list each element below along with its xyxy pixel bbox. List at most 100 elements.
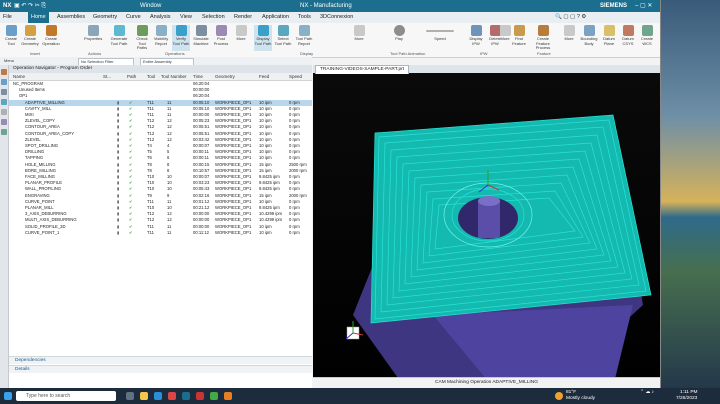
window-controls[interactable]: – ▢ ✕	[635, 0, 652, 12]
app-icon[interactable]	[196, 392, 204, 400]
table-row[interactable]: NC_PROGRAM 06:20:04	[9, 81, 312, 87]
datum-csys-button[interactable]: Datum CSYS	[619, 25, 637, 51]
table-row[interactable]: SOLID_PROFILE_3D T11 11 00:00:00 WORKPIECE_O…	[9, 224, 312, 230]
dependencies-panel[interactable]: Dependencies	[9, 356, 312, 364]
display-ipw-button[interactable]: Display IPW	[467, 25, 485, 51]
menu-render[interactable]: Render	[234, 12, 252, 23]
find-feature-button[interactable]: Find Feature	[510, 25, 528, 51]
more-button-2[interactable]: More	[350, 25, 368, 51]
menu-curve[interactable]: Curve	[126, 12, 141, 23]
create-feature-process-button[interactable]: Create Feature Process	[534, 25, 552, 51]
more-button-4[interactable]: More	[560, 25, 578, 51]
menu-application[interactable]: Application	[262, 12, 289, 23]
create-operation-button[interactable]: Create Operation	[42, 25, 60, 51]
resource-bar-icon[interactable]	[1, 99, 7, 105]
part-file-tab[interactable]: TRAINING-VIDEOS-SAMPLE-PART.prt	[315, 65, 410, 74]
windows-start-icon[interactable]	[4, 392, 12, 400]
menu-tools[interactable]: Tools	[298, 12, 311, 23]
visibility-report-button[interactable]: Visibility Report	[152, 25, 170, 51]
col-feed[interactable]: Feed	[259, 73, 269, 80]
table-row[interactable]: CONTOUR_AREA_COPY T12 12 00:05:51 WORKPIECE_…	[9, 131, 312, 137]
menu-selection[interactable]: Selection	[202, 12, 225, 23]
table-row[interactable]: ZLEVEL_COPY T12 12 00:05:23 WORKPIECE_OP1 10 …	[9, 118, 312, 124]
quick-access-icons[interactable]: ▣ ↶ ↷ ✂ ⎘	[14, 0, 46, 12]
table-row[interactable]: Unused Items 00:00:00	[9, 87, 312, 93]
create-geometry-button[interactable]: Create Geometry	[21, 25, 39, 51]
app-icon[interactable]	[210, 392, 218, 400]
bounding-body-button[interactable]: Bounding Body	[580, 25, 598, 51]
col-path[interactable]: Path	[127, 73, 136, 80]
table-row[interactable]: WALL_PROFILING T10 10 00:05:43 WORKPIECE_OP1…	[9, 186, 312, 192]
table-row[interactable]: MIXI T11 11 00:00:00 WORKPIECE_OP1 10 ipm 0 rp…	[9, 112, 312, 118]
tray-icons[interactable]: ⌃ ☁ ♪	[640, 390, 654, 395]
table-row[interactable]: CONTOUR_AREA T12 12 00:05:51 WORKPIECE_OP1 10…	[9, 124, 312, 130]
resource-bar-icon[interactable]	[1, 119, 7, 125]
col-name[interactable]: Name	[13, 73, 25, 80]
menu-view[interactable]: View	[180, 12, 192, 23]
col-speed[interactable]: Speed	[289, 73, 302, 80]
op-name: ADAPTIVE_MILLING	[25, 99, 65, 105]
app-icon[interactable]	[168, 392, 176, 400]
display-tool-path-button[interactable]: Display Tool Path	[254, 25, 272, 51]
create-wcs-button[interactable]: Create WCS	[638, 25, 656, 51]
table-row[interactable]: 3_AXIS_DEBURRING T12 12 00:00:00 WORKPIECE_O…	[9, 211, 312, 217]
check-tool-paths-button[interactable]: Check Tool Paths	[133, 25, 151, 51]
tool-path-report-button[interactable]: Tool Path Report	[295, 25, 313, 51]
file-explorer-icon[interactable]	[140, 392, 148, 400]
properties-button[interactable]: Properties	[84, 25, 102, 51]
taskbar-search-input[interactable]: Type here to search	[16, 391, 116, 401]
table-row[interactable]: HOLE_MILLING T8 8 00:00:15 WORKPIECE_OP1 15 i…	[9, 162, 312, 168]
table-row[interactable]: PLANAR_PROFILE T10 10 00:03:23 WORKPIECE_OP1…	[9, 180, 312, 186]
graphics-window[interactable]	[313, 65, 660, 387]
resource-bar-icon[interactable]	[1, 89, 7, 95]
table-row[interactable]: ENGRAVING T9 9 00:02:16 WORKPIECE_OP1 15 ipm 2…	[9, 193, 312, 199]
more-button-1[interactable]: More	[232, 25, 250, 51]
menu-analysis[interactable]: Analysis	[150, 12, 170, 23]
resource-bar-icon[interactable]	[1, 79, 7, 85]
table-row[interactable]: PLANAR_MILL T10 10 00:21:12 WORKPIECE_OP1 9.8…	[9, 205, 312, 211]
menu-3dconnexion[interactable]: 3DConnexion	[320, 12, 353, 23]
col-tool[interactable]: Tool	[147, 73, 155, 80]
create-tool-button[interactable]: Create Tool	[2, 25, 20, 51]
resource-bar-icon[interactable]	[1, 129, 7, 135]
generate-tool-path-button[interactable]: Generate Tool Path	[110, 25, 128, 51]
task-view-icon[interactable]	[126, 392, 134, 400]
table-row[interactable]: TAPPING T6 6 00:00:11 WORKPIECE_OP1 10 ipm 0 r…	[9, 155, 312, 161]
speed-slider[interactable]: Speed	[425, 25, 455, 51]
table-row[interactable]: DRILLING T5 5 00:00:11 WORKPIECE_OP1 10 ipm 0 …	[9, 149, 312, 155]
col-status[interactable]: St...	[103, 73, 111, 80]
toolpath-viewport[interactable]	[313, 65, 660, 387]
post-process-button[interactable]: Post Process	[212, 25, 230, 51]
menu-geometry[interactable]: Geometry	[93, 12, 117, 23]
resource-bar-icon[interactable]	[1, 109, 7, 115]
nx-taskbar-icon[interactable]	[182, 392, 190, 400]
col-time[interactable]: Time	[193, 73, 203, 80]
app-icon[interactable]	[224, 392, 232, 400]
command-search-icon[interactable]: 🔍 ▢ ▢ ? ⚙	[555, 12, 586, 23]
menu-assemblies[interactable]: Assemblies	[57, 12, 85, 23]
menu-button[interactable]: Menu	[2, 58, 26, 64]
datum-plane-button[interactable]: Datum Plane	[600, 25, 618, 51]
table-row[interactable]: FACE_MILLING T10 10 00:00:07 WORKPIECE_OP1 9.…	[9, 174, 312, 180]
edge-icon[interactable]	[154, 392, 162, 400]
play-button[interactable]: Play	[390, 25, 408, 51]
menu-file[interactable]: File	[3, 12, 12, 23]
table-row[interactable]: MULTI_AXIS_DEBURRING T12 12 00:00:00 WORKPIE…	[9, 217, 312, 223]
select-tool-path-button[interactable]: Select Tool Path	[274, 25, 292, 51]
resource-bar-icon[interactable]	[1, 69, 7, 75]
col-tool-number[interactable]: Tool Number	[161, 73, 187, 80]
table-row[interactable]: CAVITY_MILL T11 11 00:05:10 WORKPIECE_OP1 10 …	[9, 106, 312, 112]
verify-tool-path-button[interactable]: Verify Tool Path	[172, 25, 190, 51]
table-row[interactable]: BORE_MILLING T8 8 00:10:57 WORKPIECE_OP1 15 i…	[9, 168, 312, 174]
details-panel[interactable]: Details	[9, 365, 312, 373]
table-row[interactable]: ZLEVEL T12 12 00:03:42 WORKPIECE_OP1 10 ipm 0 …	[9, 137, 312, 143]
simulate-machine-button[interactable]: Simulate Machine	[192, 25, 210, 51]
menu-home[interactable]: Home	[28, 12, 49, 23]
col-geometry[interactable]: Geometry	[215, 73, 235, 80]
table-row[interactable]: CURVE_POINT_1 T11 11 00:11:12 WORKPIECE_OP1 1…	[9, 230, 312, 236]
table-row[interactable]: ADAPTIVE_MILLING T11 11 00:05:10 WORKPIECE_O…	[9, 99, 312, 106]
table-row[interactable]: CURVE_POINT T11 11 00:01:12 WORKPIECE_OP1 10 …	[9, 199, 312, 205]
window-menu[interactable]: Window	[140, 0, 161, 12]
table-row[interactable]: SPOT_DRILLING T4 4 00:00:07 WORKPIECE_OP1 10 …	[9, 143, 312, 149]
table-row[interactable]: OP1 06:20:04	[9, 93, 312, 99]
